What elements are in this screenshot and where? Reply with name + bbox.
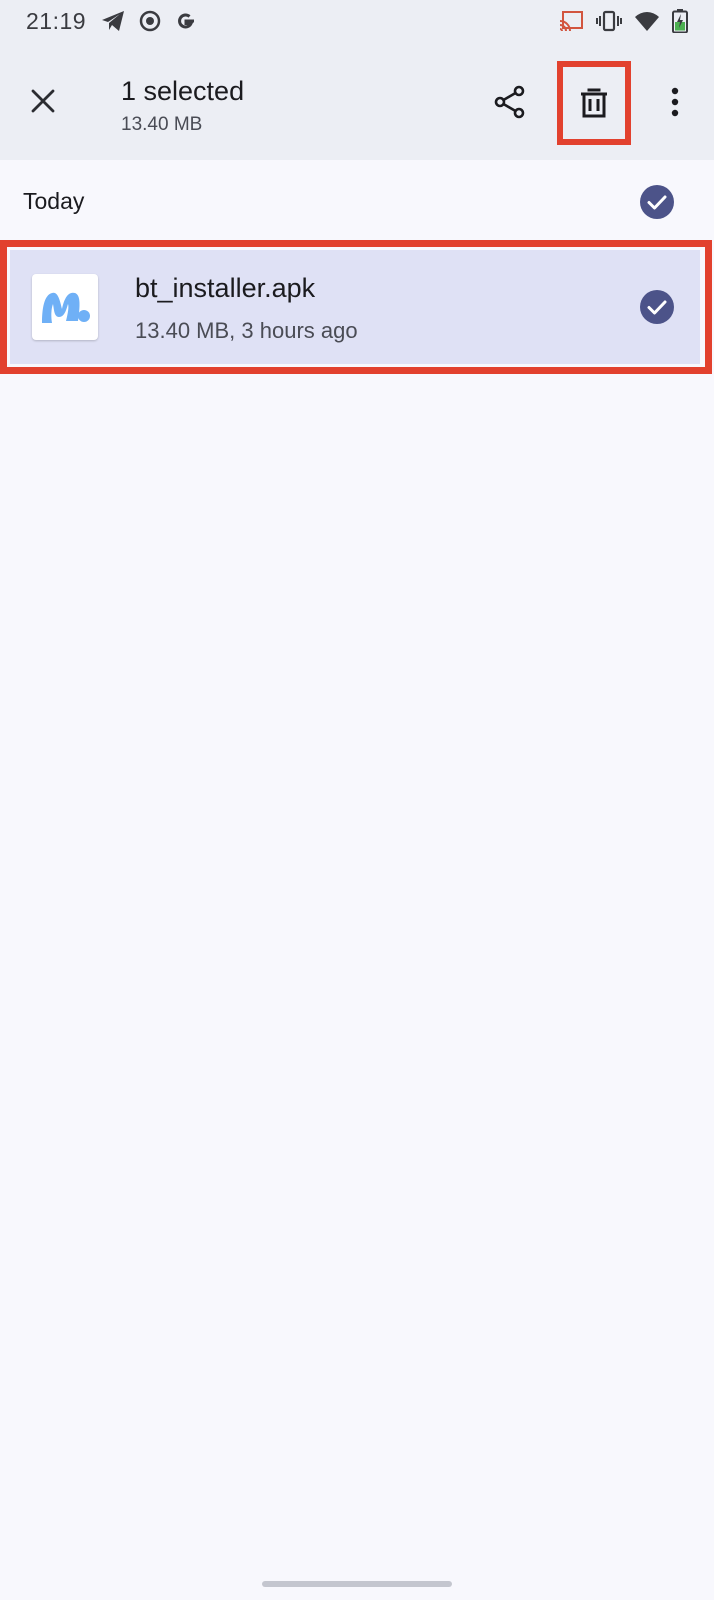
close-selection-button[interactable] — [18, 76, 68, 126]
section-title: Today — [23, 188, 85, 214]
google-icon — [174, 9, 198, 38]
app-logo-icon — [42, 292, 90, 323]
selection-size-subtitle: 13.40 MB — [121, 114, 203, 135]
selection-count-title: 1 selected — [121, 76, 245, 106]
cast-icon — [558, 10, 584, 37]
check-circle-icon[interactable] — [639, 184, 675, 220]
status-bar: 21:19 — [0, 0, 714, 46]
file-thumbnail — [32, 274, 98, 340]
record-icon — [138, 9, 162, 38]
gesture-nav-handle[interactable] — [262, 1581, 452, 1587]
vibrate-icon — [596, 10, 622, 37]
more-options-button[interactable] — [650, 76, 700, 128]
battery-icon — [672, 9, 688, 38]
trash-icon — [581, 88, 607, 118]
wifi-icon — [634, 10, 660, 37]
close-icon — [31, 89, 55, 113]
check-circle-icon[interactable] — [639, 289, 675, 325]
file-meta: 13.40 MB, 3 hours ago — [135, 318, 358, 343]
telegram-icon — [100, 9, 126, 38]
status-right-icons — [558, 9, 688, 38]
file-name: bt_installer.apk — [135, 273, 316, 303]
more-vertical-icon — [671, 87, 679, 117]
selection-app-bar: 1 selected 13.40 MB — [0, 46, 714, 160]
share-icon — [494, 85, 525, 119]
status-time: 21:19 — [26, 8, 87, 34]
list-item[interactable]: bt_installer.apk 13.40 MB, 3 hours ago — [10, 250, 700, 364]
section-header-today[interactable]: Today — [0, 160, 714, 240]
share-button[interactable] — [484, 76, 536, 128]
delete-button[interactable] — [557, 61, 631, 145]
status-left-icons — [100, 9, 198, 38]
